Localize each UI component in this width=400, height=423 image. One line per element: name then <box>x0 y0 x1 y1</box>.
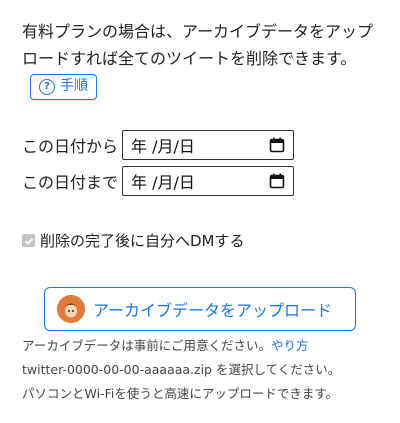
calendar-icon[interactable] <box>269 137 285 153</box>
dm-checkbox[interactable] <box>22 234 35 247</box>
upload-archive-label: アーカイブデータをアップロード <box>93 301 333 320</box>
note-line-1: アーカイブデータは事前にご用意ください。やり方 <box>22 338 309 353</box>
date-to-row: この日付まで 年 /月/日 <box>22 166 295 196</box>
date-from-label: この日付から <box>22 137 119 156</box>
intro-text: 有料プランの場合は、アーカイブデータをアップロードすれば全てのツイートを削除でき… <box>22 22 374 68</box>
check-icon <box>24 237 33 245</box>
date-to-label: この日付まで <box>22 173 119 192</box>
character-icon <box>57 295 85 323</box>
howto-button[interactable]: ? 手順 <box>30 73 97 100</box>
dm-option-label: 削除の完了後に自分へDMする <box>40 232 245 250</box>
upload-notes: アーカイブデータは事前にご用意ください。やり方 twitter-0000-00-… <box>22 334 392 406</box>
date-from-value: 年 /月/日 <box>131 137 195 156</box>
intro-paragraph: 有料プランの場合は、アーカイブデータをアップロードすれば全てのツイートを削除でき… <box>22 18 388 100</box>
howto-label: 手順 <box>60 78 88 94</box>
calendar-icon[interactable] <box>269 173 285 189</box>
date-from-row: この日付から 年 /月/日 <box>22 130 295 160</box>
date-from-input[interactable]: 年 /月/日 <box>122 130 295 160</box>
note-line-2: twitter-0000-00-00-aaaaaa.zip を選択してください。 <box>22 362 341 377</box>
date-to-input[interactable]: 年 /月/日 <box>122 166 295 196</box>
upload-archive-button[interactable]: アーカイブデータをアップロード <box>44 287 356 331</box>
howto-link[interactable]: やり方 <box>271 338 309 353</box>
date-to-value: 年 /月/日 <box>131 173 195 192</box>
dm-option-row: 削除の完了後に自分へDMする <box>22 230 245 251</box>
help-icon: ? <box>39 78 55 95</box>
note-line-3: パソコンとWi-Fiを使うと高速にアップロードできます。 <box>22 386 339 401</box>
avatar <box>57 295 85 323</box>
